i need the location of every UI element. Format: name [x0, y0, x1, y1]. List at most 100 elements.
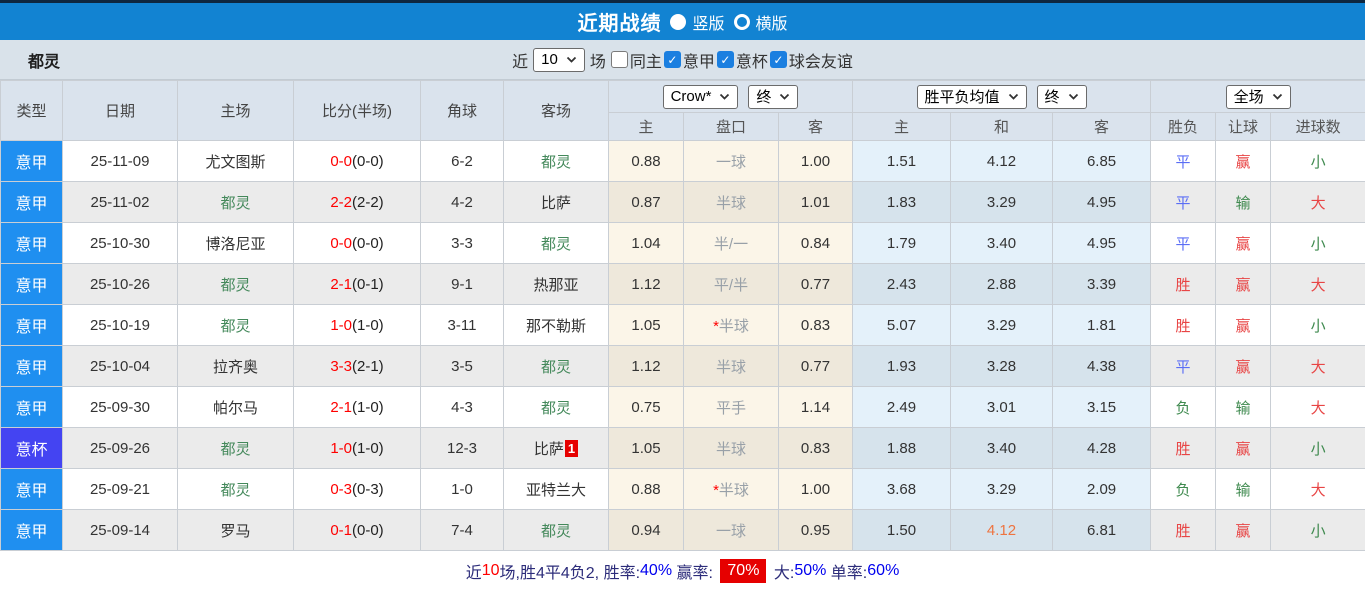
subcol-ah-line: 盘口 — [684, 113, 779, 141]
subcol-eu-draw: 和 — [951, 113, 1053, 141]
handicap-result-cell: 赢 — [1216, 223, 1271, 264]
checkbox-checked-icon[interactable]: ✓ — [717, 51, 734, 68]
europe-away-odds-cell: 6.81 — [1053, 510, 1151, 551]
radio-unselected-icon[interactable] — [734, 14, 750, 30]
score-cell: 0-0(0-0) — [294, 223, 421, 264]
europe-odds-value: 胜平负均值 — [925, 86, 1000, 107]
corner-cell: 12-3 — [421, 428, 504, 469]
away-team-cell: 比萨1 — [504, 428, 609, 469]
target-team-name: 都灵 — [541, 400, 571, 417]
europe-home-odds-cell: 3.68 — [853, 469, 951, 510]
handicap-line-text: 半球 — [716, 441, 746, 458]
handicap-line-text: 半/一 — [714, 236, 748, 253]
goals-result-cell: 小 — [1271, 141, 1365, 182]
match-type-cell: 意甲 — [1, 346, 63, 387]
filter-checkbox-同主[interactable]: 同主 — [611, 48, 662, 72]
layout-radio-horizontal[interactable]: 横版 — [734, 10, 788, 34]
europe-away-odds-cell: 4.95 — [1053, 182, 1151, 223]
europe-home-odds-cell: 2.43 — [853, 264, 951, 305]
match-date-cell: 25-09-14 — [63, 510, 178, 551]
home-team-cell: 尤文图斯 — [178, 141, 294, 182]
filter-checkbox-球会友谊[interactable]: ✓球会友谊 — [770, 48, 853, 72]
europe-home-odds-cell: 5.07 — [853, 305, 951, 346]
chevron-down-icon — [779, 93, 790, 100]
europe-home-odds-cell: 1.83 — [853, 182, 951, 223]
checkbox-checked-icon[interactable]: ✓ — [770, 51, 787, 68]
result-cell: 平 — [1151, 182, 1216, 223]
col-header-type: 类型 — [1, 81, 63, 141]
match-type-cell: 意甲 — [1, 223, 63, 264]
handicap-home-odds-cell: 1.12 — [609, 264, 684, 305]
scope-select[interactable]: 全场 — [1226, 85, 1291, 109]
halftime-score: (1-0) — [352, 317, 384, 334]
handicap-home-odds-cell: 1.04 — [609, 223, 684, 264]
footer-segment-label: 大: — [769, 559, 794, 583]
handicap-result-cell: 输 — [1216, 387, 1271, 428]
games-count-select[interactable]: 10 — [533, 48, 585, 72]
goals-result-cell: 小 — [1271, 305, 1365, 346]
target-team-name: 都灵 — [541, 154, 571, 171]
handicap-result-cell: 赢 — [1216, 305, 1271, 346]
goals-result-cell: 小 — [1271, 223, 1365, 264]
match-date-cell: 25-10-19 — [63, 305, 178, 346]
match-type-cell: 意甲 — [1, 264, 63, 305]
odds-company-value: Crow* — [671, 88, 712, 105]
europe-away-odds-cell: 4.38 — [1053, 346, 1151, 387]
score-cell: 0-3(0-3) — [294, 469, 421, 510]
handicap-result-cell: 赢 — [1216, 264, 1271, 305]
odds-company-select[interactable]: Crow* — [663, 85, 739, 109]
handicap-line-text: 半球 — [719, 318, 749, 335]
europe-state-select[interactable]: 终 — [1037, 85, 1087, 109]
europe-away-odds-cell: 4.28 — [1053, 428, 1151, 469]
goals-result-cell: 大 — [1271, 387, 1365, 428]
europe-draw-odds-cell: 3.28 — [951, 346, 1053, 387]
team-name: 亚特兰大 — [526, 482, 586, 499]
fulltime-score: 2-2 — [330, 194, 352, 211]
page-title: 近期战绩 — [577, 7, 661, 36]
europe-odds-select[interactable]: 胜平负均值 — [917, 85, 1027, 109]
col-header-away: 客场 — [504, 81, 609, 141]
games-count-value: 10 — [541, 51, 558, 68]
score-cell: 0-1(0-0) — [294, 510, 421, 551]
checkbox-unchecked-icon[interactable] — [611, 51, 628, 68]
filter-checkbox-意甲[interactable]: ✓意甲 — [664, 48, 715, 72]
handicap-home-odds-cell: 0.94 — [609, 510, 684, 551]
score-cell: 1-0(1-0) — [294, 428, 421, 469]
radio-selected-icon[interactable] — [670, 14, 686, 30]
score-cell: 0-0(0-0) — [294, 141, 421, 182]
europe-home-odds-cell: 2.49 — [853, 387, 951, 428]
handicap-line-text: 平/半 — [714, 277, 748, 294]
handicap-state-select[interactable]: 终 — [748, 85, 798, 109]
handicap-home-odds-cell: 1.05 — [609, 305, 684, 346]
target-team-name: 都灵 — [541, 523, 571, 540]
target-team-name: 都灵 — [220, 318, 250, 335]
filter-checkbox-意杯[interactable]: ✓意杯 — [717, 48, 768, 72]
summary-footer: 近10场,胜4平4负2, 胜率:40% 赢率: 70% 大:50% 单率:60% — [0, 551, 1365, 590]
result-cell: 负 — [1151, 387, 1216, 428]
handicap-result-cell: 赢 — [1216, 510, 1271, 551]
europe-draw-odds-cell: 3.29 — [951, 469, 1053, 510]
layout-radio-vertical[interactable]: 竖版 — [670, 10, 724, 34]
match-date-cell: 25-09-30 — [63, 387, 178, 428]
red-card-badge: 1 — [565, 440, 578, 457]
europe-section-header: 胜平负均值 终 — [853, 81, 1151, 113]
fulltime-score: 1-0 — [330, 317, 352, 334]
target-team-name: 都灵 — [541, 236, 571, 253]
handicap-result-cell: 赢 — [1216, 346, 1271, 387]
home-team-cell: 都灵 — [178, 305, 294, 346]
recent-results-table: 类型 日期 主场 比分(半场) 角球 客场 Crow* 终 — [0, 80, 1365, 551]
corner-cell: 6-2 — [421, 141, 504, 182]
away-team-cell: 比萨 — [504, 182, 609, 223]
match-row: 意甲25-09-14罗马0-1(0-0)7-4都灵0.94一球0.951.504… — [1, 510, 1365, 551]
checkbox-checked-icon[interactable]: ✓ — [664, 51, 681, 68]
result-cell: 胜 — [1151, 510, 1216, 551]
subcol-goals-result: 进球数 — [1271, 113, 1365, 141]
match-row: 意甲25-10-04拉齐奥3-3(2-1)3-5都灵1.12半球0.771.93… — [1, 346, 1365, 387]
away-team-cell: 都灵 — [504, 387, 609, 428]
halftime-score: (0-0) — [352, 153, 384, 170]
handicap-line-cell: 半球 — [684, 182, 779, 223]
europe-draw-odds-cell: 4.12 — [951, 510, 1053, 551]
europe-draw-odds-cell: 3.40 — [951, 428, 1053, 469]
radio-horizontal-label: 横版 — [756, 10, 788, 34]
europe-away-odds-cell: 2.09 — [1053, 469, 1151, 510]
